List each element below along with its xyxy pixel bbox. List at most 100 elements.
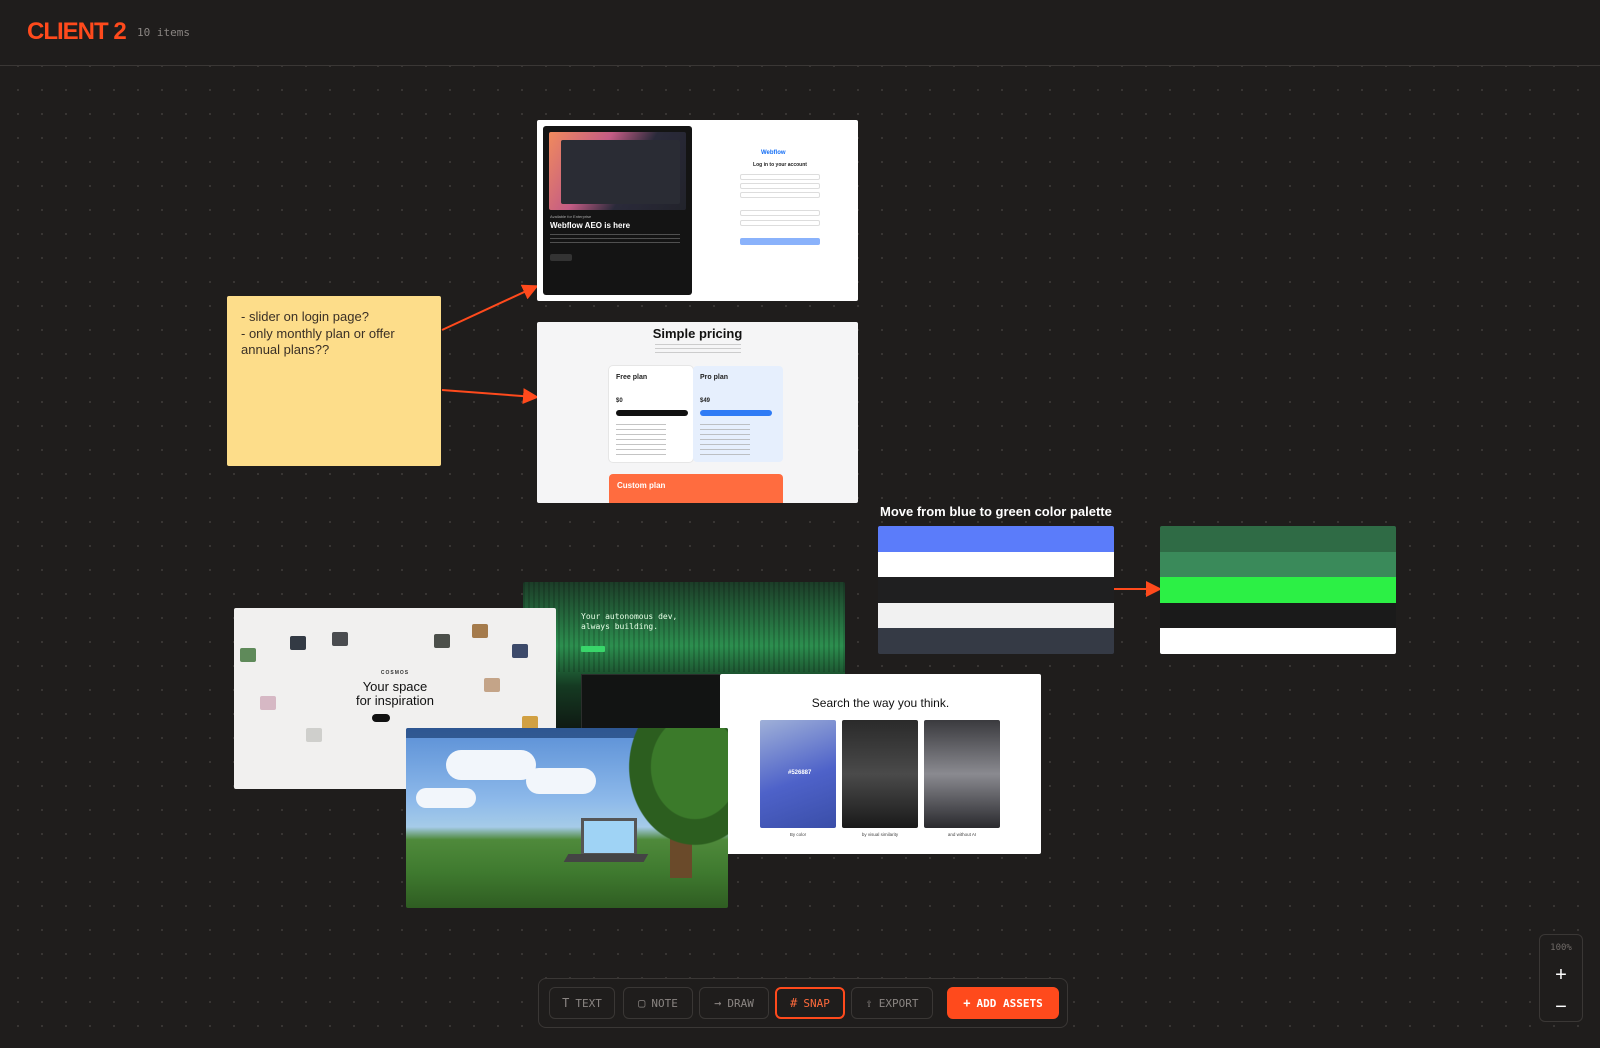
cosmos-thumb [434, 634, 450, 648]
free-plan-cta [616, 410, 688, 416]
export-label: EXPORT [878, 996, 919, 1010]
grid-icon: # [790, 996, 798, 1010]
webflow-login-title: Log in to your account [753, 162, 807, 168]
pricing-subtitle [655, 344, 741, 354]
snap-tool-label: SNAP [803, 996, 830, 1010]
custom-plan-card: Custom plan [609, 474, 783, 503]
webflow-google-button [740, 174, 820, 180]
pixel-laptop-base [563, 854, 649, 862]
free-plan-price: $0 [616, 398, 623, 404]
arrow-note-to-pricing [441, 388, 539, 405]
cosmos-thumb [472, 624, 488, 638]
header: CLIENT 2 10 items [0, 0, 1600, 66]
cosmos-signup-button [372, 714, 390, 722]
draw-tool-button[interactable]: → DRAW [699, 987, 769, 1019]
webflow-dashboard-image [549, 132, 686, 210]
add-assets-label: ADD ASSETS [976, 996, 1043, 1010]
cosmos-thumb [240, 648, 256, 662]
zoom-in-button[interactable]: + [1540, 961, 1582, 989]
zoom-out-button[interactable]: − [1540, 993, 1582, 1021]
webflow-promo-panel: Available for Enterprise Webflow AEO is … [543, 126, 692, 295]
blue-palette-swatch-4 [878, 602, 1114, 629]
dev-cta-button [581, 646, 605, 652]
cosmos-headline: Your space for inspiration [355, 679, 435, 708]
bottom-toolbar: T TEXT ▢ NOTE → DRAW # SNAP ⇪ EXPORT + A… [538, 978, 1068, 1028]
arrow-note-to-login [441, 284, 539, 331]
green-palette-swatch-1 [1160, 526, 1396, 552]
item-count: 10 items [137, 26, 190, 39]
sticky-note[interactable]: - slider on login page? - only monthly p… [227, 296, 441, 466]
green-palette-swatch-3 [1160, 577, 1396, 603]
blue-palette-swatch-1 [878, 526, 1114, 552]
webflow-logo: Webflow [761, 150, 786, 156]
pro-plan-price: $49 [700, 398, 711, 404]
webflow-email-field [740, 210, 820, 216]
zoom-control: 100% + − [1539, 934, 1583, 1022]
green-palette[interactable] [1160, 526, 1396, 654]
pro-plan-features [700, 424, 750, 456]
webflow-login-form: Webflow Log in to your account [715, 120, 845, 301]
blue-palette-swatch-5 [878, 628, 1114, 654]
cosmos-brand: COSMOS [380, 670, 410, 676]
cosmos-thumb [290, 636, 306, 650]
pixel-art-screenshot[interactable] [406, 728, 728, 908]
search-tile-no-ai [924, 720, 1000, 828]
arrow-right-icon: → [714, 996, 722, 1010]
search-caption-color: By color [789, 832, 807, 837]
pixel-cloud [526, 768, 596, 794]
pixel-cloud [416, 788, 476, 808]
pixel-laptop [581, 818, 637, 856]
export-button[interactable]: ⇪ EXPORT [851, 987, 933, 1019]
pricing-screenshot[interactable]: Simple pricing Free plan $0 Pro plan $49… [537, 322, 858, 503]
webflow-password-field [740, 220, 820, 226]
cosmos-thumb [332, 632, 348, 646]
search-tile-color: #526887 [760, 720, 836, 828]
snap-tool-button[interactable]: # SNAP [775, 987, 845, 1019]
search-tile-similarity [842, 720, 918, 828]
webflow-promo-headline: Webflow AEO is here [550, 221, 631, 230]
blue-palette[interactable] [878, 526, 1114, 654]
webflow-submit-button [740, 238, 820, 245]
search-screenshot[interactable]: Search the way you think. #526887 By col… [720, 674, 1041, 854]
pro-plan-card: Pro plan $49 [693, 366, 783, 462]
zoom-level: 100% [1550, 943, 1572, 953]
webflow-promo-body [550, 234, 680, 246]
note-tool-button[interactable]: ▢ NOTE [623, 987, 693, 1019]
cosmos-thumb [306, 728, 322, 742]
webflow-login-screenshot[interactable]: Available for Enterprise Webflow AEO is … [537, 120, 858, 301]
free-plan-name: Free plan [616, 374, 648, 381]
blue-palette-swatch-3 [878, 577, 1114, 603]
dev-headline: Your autonomous dev, always building. [581, 612, 678, 631]
green-palette-swatch-4 [1160, 602, 1396, 629]
palette-title: Move from blue to green color palette [880, 504, 1112, 519]
pro-plan-name: Pro plan [700, 374, 729, 381]
plus-icon: + [963, 996, 971, 1010]
green-palette-swatch-2 [1160, 551, 1396, 578]
note-tool-label: NOTE [651, 996, 678, 1010]
search-caption-similarity: by visual similarity [861, 832, 899, 837]
pricing-title: Simple pricing [652, 326, 743, 341]
free-plan-features [616, 424, 666, 456]
cosmos-thumb [512, 644, 528, 658]
webflow-github-button [740, 183, 820, 189]
add-assets-button[interactable]: + ADD ASSETS [947, 987, 1059, 1019]
pro-plan-cta [700, 410, 772, 416]
free-plan-card: Free plan $0 [609, 366, 693, 462]
green-palette-swatch-5 [1160, 628, 1396, 654]
draw-tool-label: DRAW [727, 996, 754, 1010]
webflow-promo-label: Available for Enterprise [550, 214, 592, 219]
webflow-learn-more-button [550, 254, 572, 261]
custom-plan-name: Custom plan [617, 481, 666, 490]
export-icon: ⇪ [865, 996, 873, 1010]
webflow-sso-button [740, 192, 820, 198]
search-hex-label: #526887 [788, 770, 812, 776]
search-caption-no-ai: and without AI [947, 832, 977, 837]
text-tool-button[interactable]: T TEXT [549, 987, 615, 1019]
dev-hero-stripes [523, 582, 845, 672]
text-icon: T [562, 996, 570, 1010]
pixel-cloud [446, 750, 536, 780]
note-icon: ▢ [638, 996, 646, 1010]
project-title: CLIENT 2 [27, 18, 127, 45]
search-headline: Search the way you think. [811, 696, 950, 710]
text-tool-label: TEXT [575, 996, 602, 1010]
